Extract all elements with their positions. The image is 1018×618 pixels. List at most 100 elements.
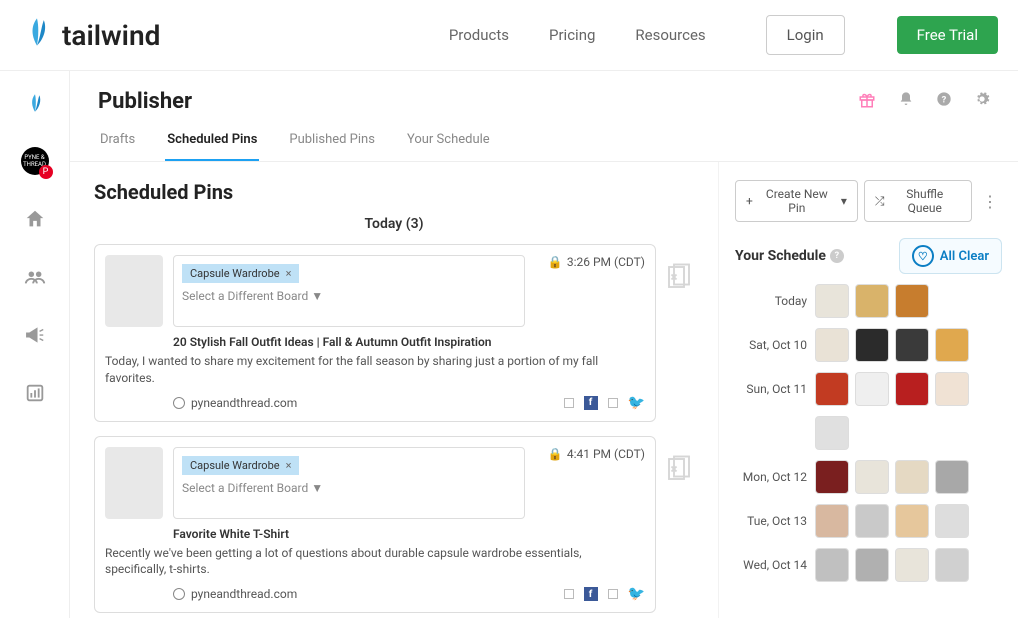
schedule-thumbs [815,416,849,450]
brand-name: tailwind [62,19,160,52]
schedule-column: + Create New Pin ▾ ⤮ Shuffle Queue ⋮ You… [718,162,1018,618]
facebook-checkbox[interactable] [564,589,574,599]
bell-icon[interactable] [898,91,914,113]
globe-icon [173,588,185,600]
rail-home-icon[interactable] [21,205,49,233]
select-different-board[interactable]: Select a Different Board ▼ [182,289,516,303]
nav-products[interactable]: Products [449,26,509,44]
section-title: Scheduled Pins [94,180,694,204]
rail-tribes-icon[interactable] [21,263,49,291]
pin-card: Capsule Wardrobe × Select a Different Bo… [94,244,656,422]
login-button[interactable]: Login [766,15,845,55]
board-select-area[interactable]: Capsule Wardrobe × Select a Different Bo… [173,255,525,327]
tab-published-pins[interactable]: Published Pins [287,132,377,161]
pin-title: 20 Stylish Fall Outfit Ideas | Fall & Au… [105,335,645,349]
schedule-thumbs [815,284,929,318]
facebook-checkbox[interactable] [564,398,574,408]
rail-analytics-icon[interactable] [21,379,49,407]
schedule-thumb[interactable] [935,328,969,362]
select-different-board[interactable]: Select a Different Board ▼ [182,481,516,495]
gift-icon[interactable] [858,91,876,113]
pin-source[interactable]: pyneandthread.com [173,587,297,601]
help-icon[interactable]: ? [936,91,952,113]
rail-megaphone-icon[interactable] [21,321,49,349]
remove-board-icon[interactable]: × [286,459,292,472]
remove-board-icon[interactable]: × [286,267,292,280]
pin-thumbnail[interactable] [105,447,163,519]
schedule-thumb[interactable] [935,504,969,538]
pin-card-wrap: Capsule Wardrobe × Select a Different Bo… [94,244,694,422]
schedule-thumb[interactable] [935,372,969,406]
schedule-date: Today [735,294,807,308]
nav-pricing[interactable]: Pricing [549,26,595,44]
chevron-down-icon: ▾ [841,194,847,208]
schedule-thumb[interactable] [855,284,889,318]
schedule-thumb[interactable] [935,548,969,582]
schedule-row: Today [735,284,1002,318]
schedule-date: Sun, Oct 11 [735,382,807,396]
schedule-thumb[interactable] [815,548,849,582]
tab-scheduled-pins[interactable]: Scheduled Pins [165,132,259,161]
your-schedule-title: Your Schedule ? [735,248,844,264]
schedule-thumb[interactable] [815,460,849,494]
pin-scheduled-time: 🔒 4:41 PM (CDT) [548,447,645,461]
brand-logo[interactable]: tailwind [20,15,160,56]
tab-drafts[interactable]: Drafts [98,132,137,161]
schedule-thumb[interactable] [895,328,929,362]
heart-check-icon: ♡ [912,245,934,267]
schedule-thumb[interactable] [815,284,849,318]
rail-logo-icon[interactable] [21,89,49,117]
tabs: Drafts Scheduled Pins Published Pins You… [98,132,990,161]
schedule-thumb[interactable] [855,460,889,494]
schedule-thumb[interactable] [895,504,929,538]
schedule-thumb[interactable] [895,372,929,406]
schedule-thumb[interactable] [855,504,889,538]
schedule-thumb[interactable] [815,328,849,362]
twitter-checkbox[interactable] [608,589,618,599]
schedule-thumb[interactable] [855,372,889,406]
rail-account-avatar[interactable]: PYNE &THREAD P [21,147,49,175]
free-trial-button[interactable]: Free Trial [897,16,998,54]
page-header: Publisher ? Drafts [70,71,1018,162]
header-icons: ? [858,91,990,113]
shuffle-queue-button[interactable]: ⤮ Shuffle Queue [864,180,972,222]
twitter-checkbox[interactable] [608,398,618,408]
nav-resources[interactable]: Resources [635,26,705,44]
schedule-thumbs [815,548,969,582]
board-chip-label: Capsule Wardrobe [190,459,280,472]
help-tooltip-icon[interactable]: ? [830,249,844,263]
gear-icon[interactable] [974,91,990,113]
stack-pin-icon[interactable] [664,262,694,292]
schedule-thumb[interactable] [935,460,969,494]
schedule-row [735,416,1002,450]
more-menu-icon[interactable]: ⋮ [978,192,1002,211]
board-chip: Capsule Wardrobe × [182,456,299,475]
schedule-thumb[interactable] [895,548,929,582]
schedule-row: Tue, Oct 13 [735,504,1002,538]
nav-links: Products Pricing Resources Login Free Tr… [449,15,998,55]
schedule-thumb[interactable] [815,504,849,538]
pin-source[interactable]: pyneandthread.com [173,396,297,410]
tab-your-schedule[interactable]: Your Schedule [405,132,492,161]
pinterest-badge-icon: P [39,165,53,179]
schedule-thumb[interactable] [815,372,849,406]
stack-pin-icon[interactable] [664,454,694,484]
schedule-thumb[interactable] [855,328,889,362]
page-title: Publisher [98,89,192,114]
content-area: Scheduled Pins Today (3) Capsule Wardrob… [70,162,1018,618]
left-rail: PYNE &THREAD P [0,71,70,618]
schedule-thumb[interactable] [895,284,929,318]
all-clear-badge[interactable]: ♡ All Clear [899,238,1002,274]
scheduled-pins-column: Scheduled Pins Today (3) Capsule Wardrob… [70,162,718,618]
schedule-thumb[interactable] [895,460,929,494]
pin-thumbnail[interactable] [105,255,163,327]
board-chip-label: Capsule Wardrobe [190,267,280,280]
twitter-icon: 🐦 [628,395,645,411]
plus-icon: + [746,194,753,208]
schedule-thumbs [815,460,969,494]
create-new-pin-button[interactable]: + Create New Pin ▾ [735,180,858,222]
schedule-thumb[interactable] [855,548,889,582]
schedule-thumb[interactable] [815,416,849,450]
board-select-area[interactable]: Capsule Wardrobe × Select a Different Bo… [173,447,525,519]
shuffle-icon: ⤮ [875,194,885,209]
